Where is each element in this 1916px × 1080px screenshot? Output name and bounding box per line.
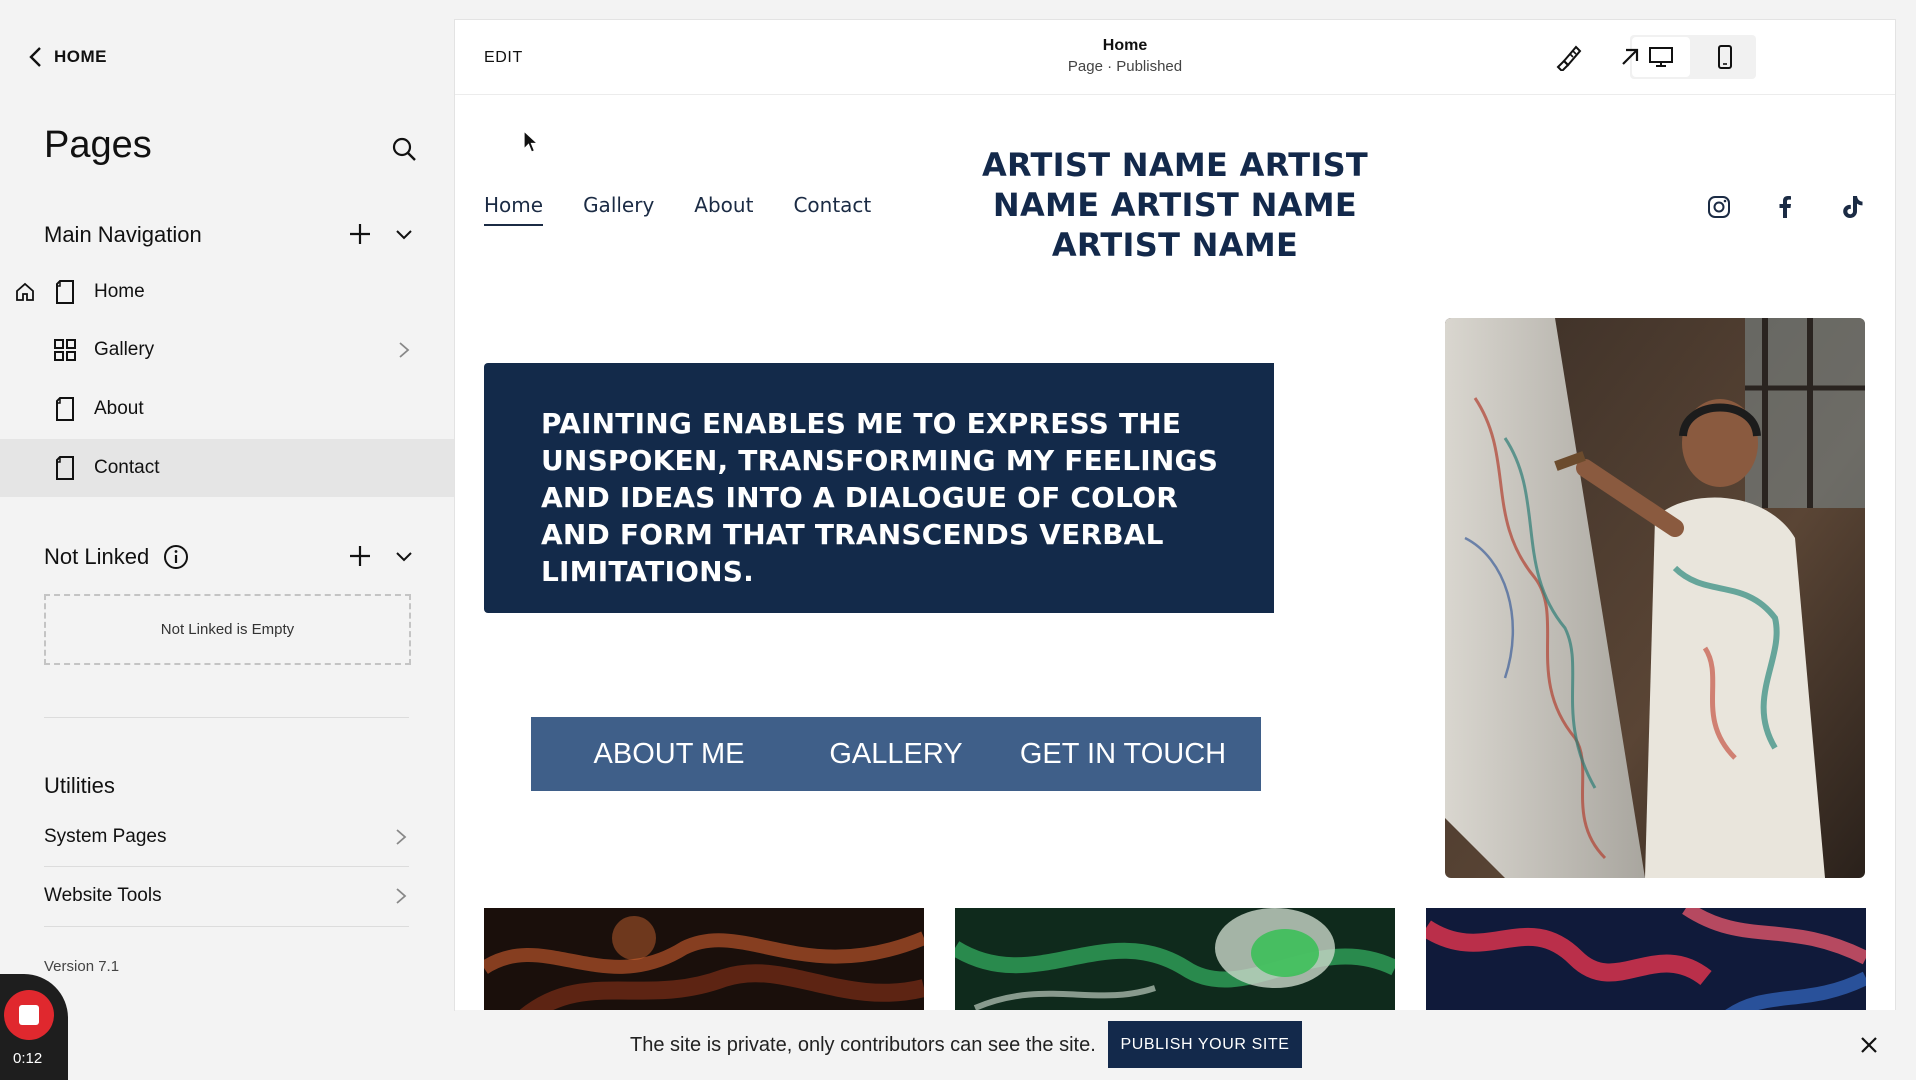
page-icon <box>56 456 74 480</box>
not-linked-label: Not Linked <box>44 544 150 569</box>
arrow-up-right-icon <box>1622 48 1639 65</box>
sidebar-item-label: Contact <box>94 457 160 478</box>
sidebar-item-home[interactable]: Home <box>0 263 455 321</box>
divider <box>44 717 409 718</box>
chevron-right-icon <box>396 829 407 845</box>
search-icon[interactable] <box>390 135 418 163</box>
editor-topbar: EDIT Home Page · Published <box>455 20 1895 95</box>
back-home-label: HOME <box>54 47 107 66</box>
site-editor-frame: EDIT Home Page · Published Home Gallery … <box>455 20 1895 1010</box>
publish-site-button[interactable]: PUBLISH YOUR SITE <box>1108 1021 1302 1068</box>
chevron-down-icon[interactable] <box>393 545 415 567</box>
site-nav-gallery[interactable]: Gallery <box>583 193 654 226</box>
sidebar-item-label: Home <box>94 281 145 302</box>
system-pages-item[interactable]: System Pages <box>44 808 409 866</box>
site-styles-button[interactable] <box>1550 39 1586 75</box>
grid-icon <box>54 339 76 361</box>
chevron-down-icon[interactable] <box>393 223 415 245</box>
site-navigation: Home Gallery About Contact <box>484 193 871 226</box>
add-not-linked-plus-icon[interactable] <box>346 542 374 570</box>
banner-text: The site is private, only contributors c… <box>630 1034 1096 1056</box>
tiktok-icon[interactable] <box>1837 192 1867 222</box>
open-site-button[interactable] <box>1612 39 1648 75</box>
back-home-link[interactable]: HOME <box>28 46 107 68</box>
private-site-banner: The site is private, only contributors c… <box>455 1010 1916 1080</box>
site-nav-contact[interactable]: Contact <box>793 193 871 226</box>
page-icon <box>56 397 74 421</box>
utilities-label: Utilities <box>44 773 115 798</box>
chevron-right-icon <box>399 342 410 358</box>
abstract-red-blue-image <box>1426 908 1866 1010</box>
stop-icon <box>19 1005 39 1025</box>
not-linked-empty-text: Not Linked is Empty <box>160 621 295 638</box>
close-icon[interactable] <box>1858 1034 1880 1056</box>
info-icon[interactable] <box>163 544 189 570</box>
home-icon <box>16 282 34 301</box>
stop-recording-button[interactable] <box>4 990 54 1040</box>
edit-button[interactable]: EDIT <box>484 49 523 67</box>
utilities-heading: Utilities <box>44 773 115 799</box>
add-page-plus-icon[interactable] <box>346 220 374 248</box>
chevron-left-icon <box>29 47 41 67</box>
chevron-right-icon <box>396 888 407 904</box>
site-nav-home[interactable]: Home <box>484 193 544 226</box>
gallery-thumbnail[interactable] <box>484 908 924 1010</box>
artist-painting-photo <box>1445 318 1865 878</box>
abstract-orange-image <box>484 908 924 1010</box>
not-linked-empty-box: Not Linked is Empty <box>44 594 411 665</box>
main-navigation-label: Main Navigation <box>44 222 202 247</box>
not-linked-heading: Not Linked <box>44 544 189 570</box>
website-tools-label: Website Tools <box>44 885 162 906</box>
pages-title: Pages <box>44 124 152 166</box>
divider <box>44 926 409 927</box>
recording-time: 0:12 <box>13 1050 43 1067</box>
get-in-touch-button[interactable]: GET IN TOUCH <box>985 717 1261 791</box>
gallery-thumbnail[interactable] <box>955 908 1395 1010</box>
desktop-icon <box>1649 47 1673 67</box>
system-pages-label: System Pages <box>44 826 167 847</box>
website-tools-item[interactable]: Website Tools <box>44 867 409 925</box>
abstract-green-image <box>955 908 1395 1010</box>
instagram-icon[interactable] <box>1704 192 1734 222</box>
sidebar-item-label: About <box>94 398 144 419</box>
device-toggle <box>1630 35 1756 79</box>
mobile-icon <box>1718 45 1732 69</box>
mouse-cursor-icon <box>523 130 539 153</box>
hero-quote-block: PAINTING ENABLES ME TO EXPRESS THE UNSPO… <box>484 363 1274 613</box>
page-info: Home Page · Published <box>1005 37 1245 75</box>
site-nav-about[interactable]: About <box>694 193 753 226</box>
artist-painting-image <box>1445 318 1865 878</box>
page-icon <box>56 280 74 304</box>
site-title[interactable]: ARTIST NAME ARTIST NAME ARTIST NAME ARTI… <box>975 145 1375 265</box>
version-label: Version 7.1 <box>44 958 120 975</box>
sidebar-item-about[interactable]: About <box>0 380 455 438</box>
page-title: Home <box>1102 37 1148 54</box>
gallery-thumbnail[interactable] <box>1426 908 1866 1010</box>
sidebar-item-contact[interactable]: Contact <box>0 439 455 497</box>
facebook-icon[interactable] <box>1770 192 1800 222</box>
sidebar-item-label: Gallery <box>94 339 155 360</box>
mobile-view-button[interactable] <box>1696 37 1754 77</box>
page-status: Page · Published <box>1067 58 1183 75</box>
paintbrush-icon <box>1556 45 1582 71</box>
pages-sidebar: HOME Pages Main Navigation Home Gallery … <box>0 0 455 1080</box>
hero-quote: PAINTING ENABLES ME TO EXPRESS THE UNSPO… <box>541 407 1219 588</box>
main-navigation-heading: Main Navigation <box>44 222 202 248</box>
screen-recorder: 0:12 <box>0 974 68 1080</box>
sidebar-item-gallery[interactable]: Gallery <box>0 321 455 379</box>
